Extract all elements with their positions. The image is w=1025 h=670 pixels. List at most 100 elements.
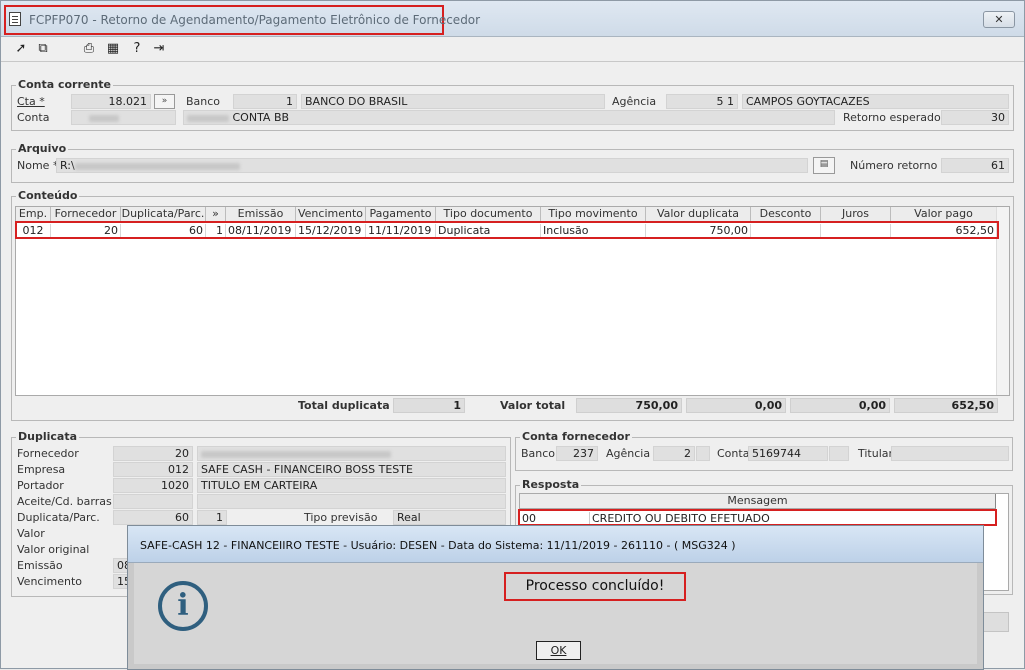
lookup-icon[interactable]: » [154,94,175,109]
nome-field[interactable]: R:\ [56,158,808,173]
cell-tipo-documento[interactable]: Duplicata [436,224,541,238]
cell-juros[interactable] [821,224,891,238]
cell-parc[interactable]: 1 [206,224,226,238]
codbarras-field [197,494,506,509]
cell-emissao[interactable]: 08/11/2019 [226,224,296,238]
ok-button[interactable]: OK [536,641,581,660]
cell-valor-pago[interactable]: 652,50 [891,224,997,238]
col-duplicata[interactable]: Duplicata/Parc. [121,207,206,222]
tipo-previsao-label: Tipo previsão [304,511,378,524]
col-emp[interactable]: Emp. [16,207,51,222]
dup-fornecedor-field: 20 [113,446,193,461]
col-valor-duplicata[interactable]: Valor duplicata [646,207,751,222]
dialog-message: Processo concluído! [504,572,686,601]
cell-tipo-movimento[interactable]: Inclusão [541,224,646,238]
emissao-label: Emissão [17,559,63,572]
col-tipo-movimento[interactable]: Tipo movimento [541,207,646,222]
resposta-highlight [518,509,997,526]
agencia-name-field: CAMPOS GOYTACAZES [742,94,1009,109]
col-vencimento[interactable]: Vencimento [296,207,366,222]
conteudo-grid[interactable]: Emp. Fornecedor Duplicata/Parc. » Emissã… [15,206,1010,396]
portador-name: TITULO EM CARTEIRA [197,478,506,493]
cf-conta-label: Conta [717,447,750,460]
dup-fornecedor-label: Fornecedor [17,447,79,460]
tipo-previsao-field: Real [393,510,506,525]
col-valor-pago[interactable]: Valor pago [891,207,997,222]
arrow-icon[interactable]: ➚ [13,41,29,57]
banco-name-field: BANCO DO BRASIL [301,94,605,109]
valor-total-pago-field: 652,50 [894,398,998,413]
empresa-label: Empresa [17,463,66,476]
dup-parc-label: Duplicata/Parc. [17,511,100,524]
valor-total-dup-field: 750,00 [576,398,682,413]
dialog-body: i Processo concluído! OK [134,563,977,664]
portador-field: 1020 [113,478,193,493]
col-juros[interactable]: Juros [821,207,891,222]
nome-label: Nome * [17,159,59,172]
exit-icon[interactable]: ⇥ [151,41,167,57]
cell-emp[interactable]: 012 [16,224,51,238]
agencia-code-field[interactable]: 5 1 [666,94,738,109]
col-desconto[interactable]: Desconto [751,207,821,222]
nome-value: R:\ [60,159,75,172]
empresa-name: SAFE CASH - FINANCEIRO BOSS TESTE [197,462,506,477]
main-window: FCPFP070 - Retorno de Agendamento/Pagame… [0,0,1025,670]
cell-fornecedor[interactable]: 20 [51,224,121,238]
message-dialog: SAFE-CASH 12 - FINANCEIIRO TESTE - Usuár… [127,525,984,670]
grid-scrollbar[interactable] [996,207,1009,395]
retorno-esperado-label: Retorno esperado [843,111,941,124]
title-bar: FCPFP070 - Retorno de Agendamento/Pagame… [1,1,1024,37]
print-icon[interactable]: ⎙ [81,41,97,57]
conta-label: Conta [17,111,50,124]
col-tipo-documento[interactable]: Tipo documento [436,207,541,222]
valor-total-label: Valor total [500,399,566,412]
col-pagamento[interactable]: Pagamento [366,207,436,222]
banco-code-field[interactable]: 1 [233,94,297,109]
bottom-button[interactable] [981,612,1009,632]
col-mensagem[interactable]: Mensagem [520,494,996,509]
arquivo-legend: Arquivo [16,142,69,155]
agencia-label: Agência [612,95,657,108]
vencimento-label: Vencimento [17,575,83,588]
move-icon[interactable]: ⧉ [35,41,51,57]
conta-field[interactable] [71,110,176,125]
dialog-title-bar: SAFE-CASH 12 - FINANCEIIRO TESTE - Usuár… [128,526,983,563]
close-button[interactable]: ✕ [983,11,1015,28]
parc-field: 1 [197,510,227,525]
cf-banco-field: 237 [556,446,598,461]
cell-desconto[interactable] [751,224,821,238]
document-icon [9,12,21,26]
browse-file-icon[interactable]: ▤ [813,157,835,174]
numero-retorno-field: 61 [941,158,1009,173]
aceite-label: Aceite/Cd. barras [17,495,112,508]
banco-label: Banco [186,95,221,108]
resposta-legend: Resposta [520,478,582,491]
retorno-esperado-field: 30 [941,110,1009,125]
cell-vencimento[interactable]: 15/12/2019 [296,224,366,238]
total-duplicata-label: Total duplicata [298,399,390,412]
calculator-icon[interactable]: ▦ [105,41,121,57]
cf-agencia-dv [696,446,710,461]
valor-original-label: Valor original [17,543,90,556]
cell-duplicata[interactable]: 60 [121,224,206,238]
help-icon[interactable]: ? [129,41,145,57]
info-icon: i [158,581,208,631]
valor-label: Valor [17,527,45,540]
col-parc[interactable]: » [206,207,226,222]
dup-fornecedor-name [197,446,506,461]
cf-titular-label: Titular [858,447,894,460]
empresa-field: 012 [113,462,193,477]
cta-field[interactable]: 18.021 [71,94,151,109]
conta-fornecedor-legend: Conta fornecedor [520,430,632,443]
conta-desc-field: CONTA BB [183,110,835,125]
col-emissao[interactable]: Emissão [226,207,296,222]
cell-valor-duplicata[interactable]: 750,00 [646,224,751,238]
cf-titular-field [891,446,1009,461]
conta-corrente-legend: Conta corrente [16,78,113,91]
col-fornecedor[interactable]: Fornecedor [51,207,121,222]
cell-pagamento[interactable]: 11/11/2019 [366,224,436,238]
cta-label: Cta * [17,95,45,108]
cf-banco-label: Banco [521,447,556,460]
dup-field: 60 [113,510,193,525]
portador-label: Portador [17,479,64,492]
